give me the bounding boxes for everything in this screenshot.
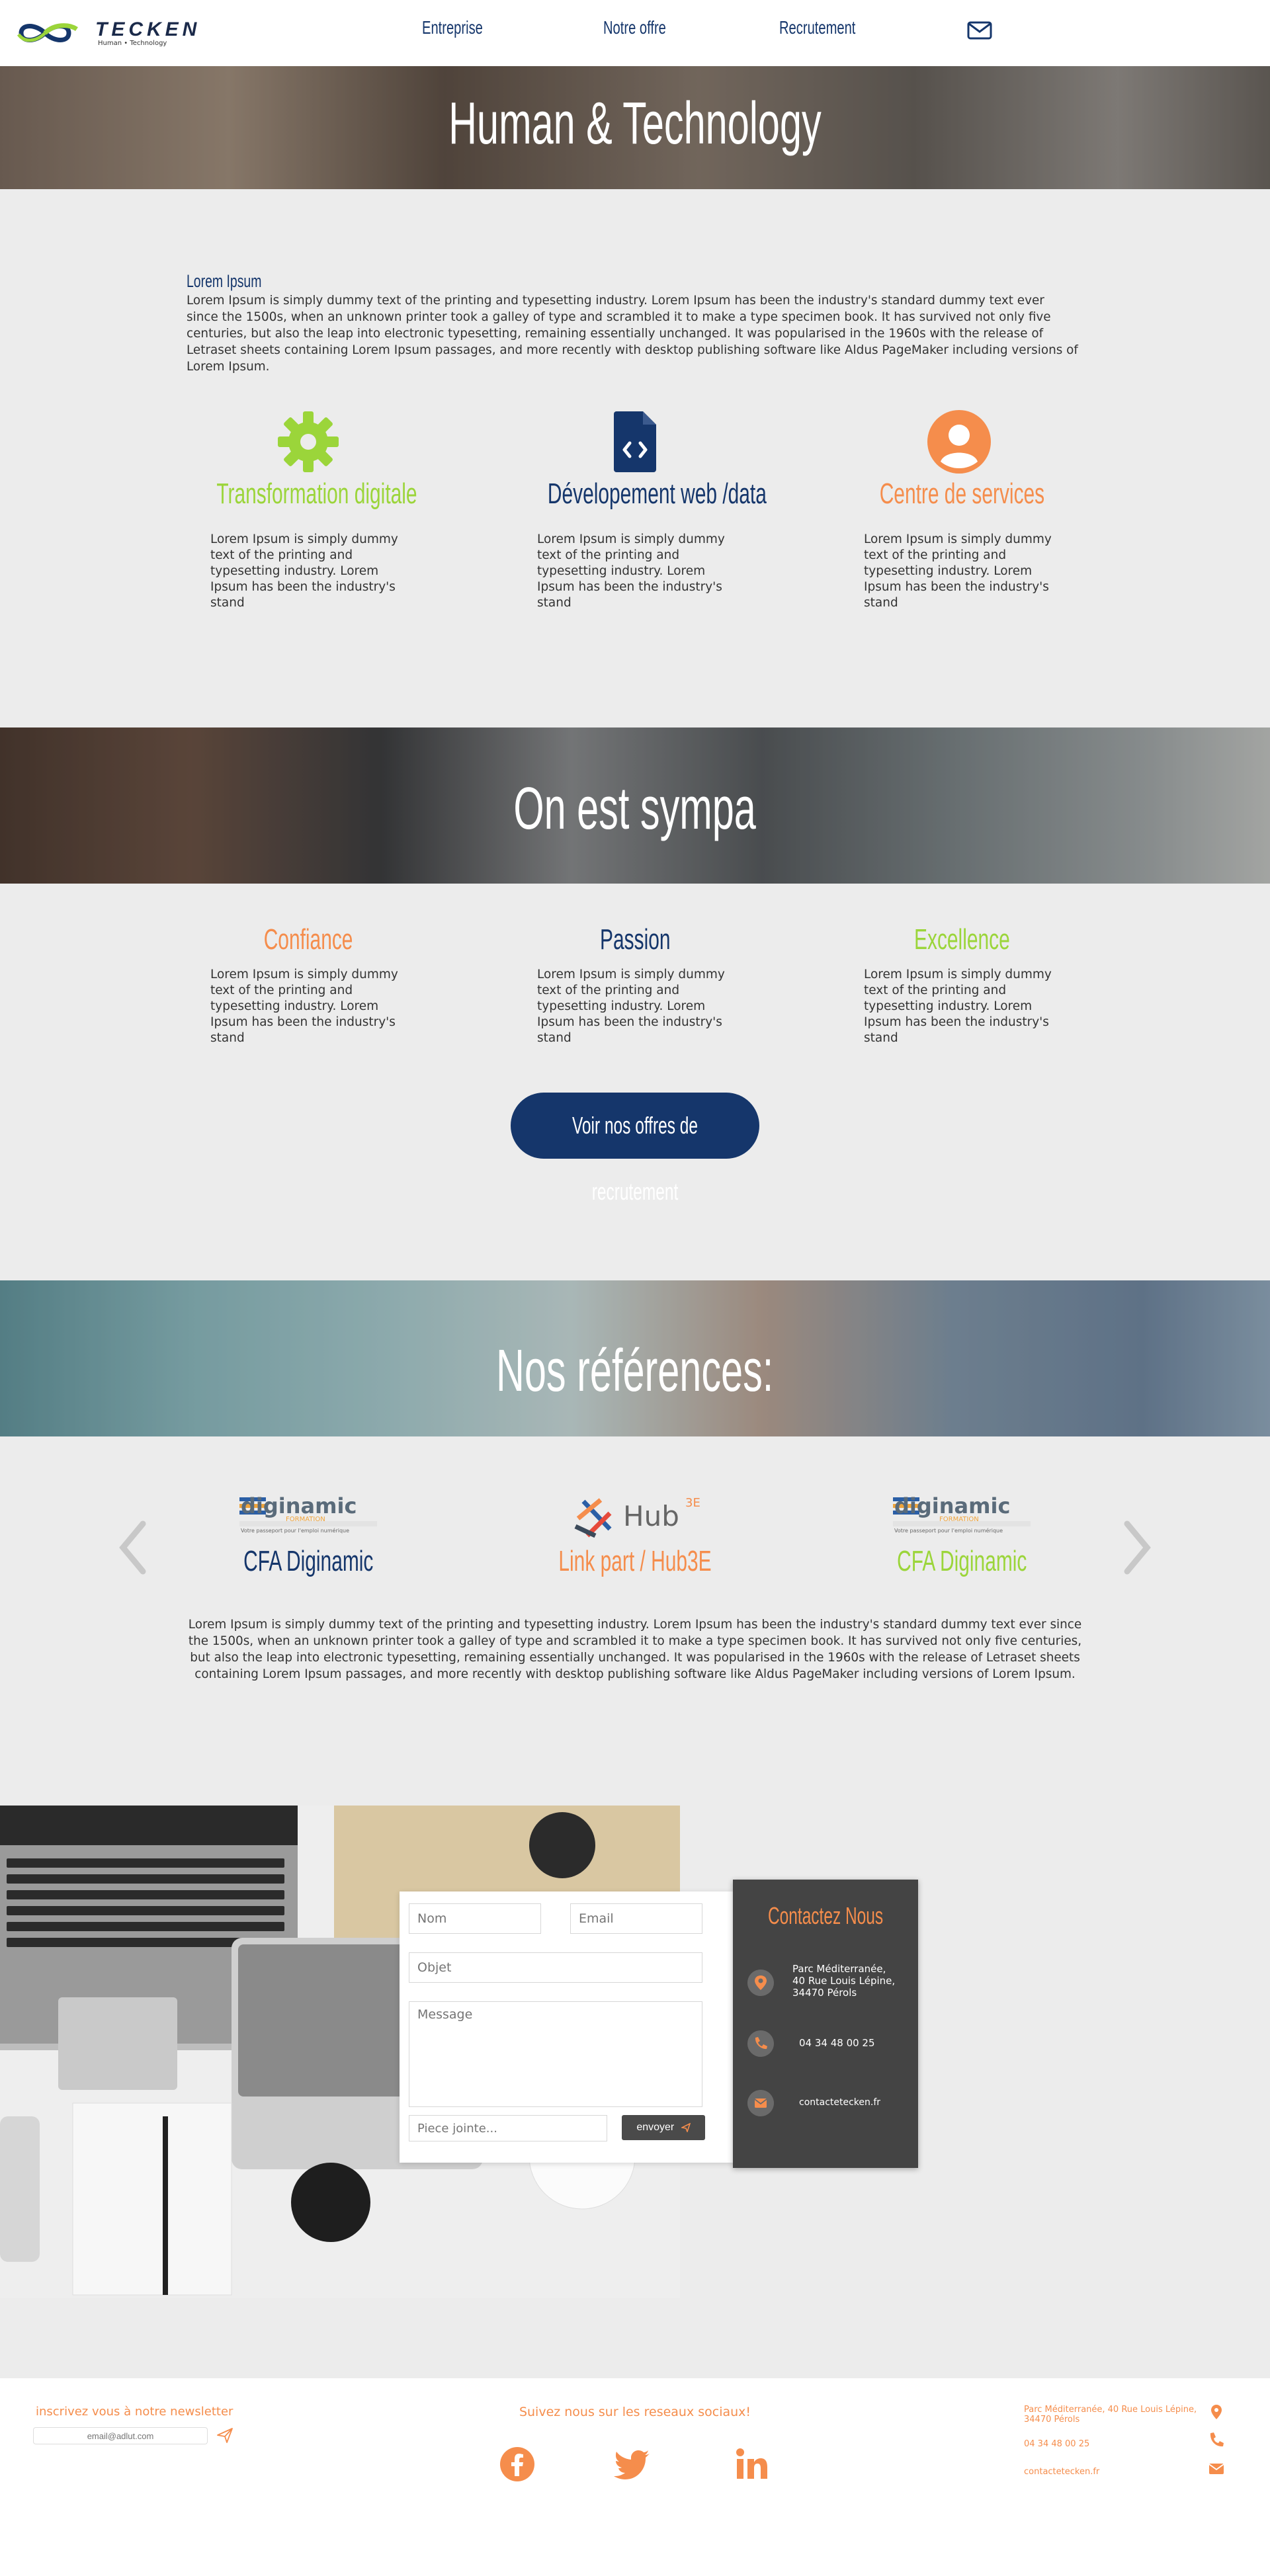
contact-address: Parc Méditerranée, 40 Rue Louis Lépine, … [792,1963,896,1999]
reference-card[interactable]: diginamic FORMATION Votre passeport pour… [823,1492,1101,1578]
user-circle-icon [927,410,991,474]
service-text: Lorem Ipsum is simply dummy text of the … [210,532,398,610]
envelope-icon [1208,2464,1224,2474]
phone-icon [1210,2432,1224,2447]
references-banner-title: Nos références: [496,1338,774,1404]
hub-superscript: 3E [685,1496,700,1510]
carousel-next-arrow-icon[interactable] [1117,1515,1156,1581]
message-field[interactable] [409,2001,702,2107]
service-title: Centre de services [879,478,1044,510]
diginamic-subtitle: FORMATION [286,1516,325,1523]
reference-name: Link part / Hub3E [558,1545,712,1577]
hub-wordmark: Hub [623,1500,679,1532]
service-title: Transformation digitale [216,478,417,510]
send-button[interactable]: envoyer [622,2115,705,2140]
location-pin-icon [747,1970,774,1996]
diginamic-logo: diginamic FORMATION Votre passeport pour… [169,1492,447,1545]
envelope-icon [747,2090,774,2116]
diginamic-logo: diginamic FORMATION Votre passeport pour… [823,1492,1101,1545]
hero-title: Human & Technology [448,91,822,157]
value-title-passion: Passion [599,923,671,956]
intro-title: Lorem Ipsum [187,271,262,291]
diginamic-wordmark: diginamic [241,1493,357,1518]
contact-form: envoyer [400,1891,733,2163]
recruitment-offers-button[interactable]: Voir nos offres de recrutement [511,1093,759,1205]
value-text: Lorem Ipsum is simply dummy text of the … [864,968,1052,1045]
site-header: TECKEN Human • Technology Entreprise Not… [0,0,1270,66]
envelope-icon[interactable] [967,21,992,40]
reference-card[interactable]: diginamic FORMATION Votre passeport pour… [169,1492,447,1578]
service-developpement-web: Dévelopement web /data Lorem Ipsum is si… [496,409,774,620]
footer-address: Parc Méditerranée, 40 Rue Louis Lépine, … [1024,2405,1197,2425]
site-footer: inscrivez vous à notre newsletter Suivez… [0,2378,1270,2576]
contact-title: Contactez Nous [767,1902,884,1929]
newsletter-email-input[interactable] [33,2427,208,2444]
nav-notre-offre[interactable]: Notre offre [603,17,691,38]
hub3e-logo: Hub 3E [496,1492,774,1545]
contact-phone: 04 34 48 00 25 [799,2037,875,2049]
diginamic-tagline: Votre passeport pour l'emploi numérique [241,1528,350,1534]
subject-field[interactable] [409,1952,702,1983]
tecken-logo[interactable]: TECKEN Human • Technology [16,15,196,52]
intro-text: Lorem Ipsum is simply dummy text of the … [187,294,1078,374]
code-file-icon [614,411,656,472]
value-title-confiance: Confiance [263,923,353,956]
service-text: Lorem Ipsum is simply dummy text of the … [864,532,1052,610]
twitter-icon[interactable] [613,2444,652,2484]
attachment-field[interactable] [409,2115,607,2141]
references-banner: Nos références: [0,1280,1270,1436]
hero-banner: Human & Technology [0,66,1270,189]
values-banner-title: On est sympa [513,776,757,842]
newsletter-send-icon[interactable] [216,2426,234,2444]
value-text: Lorem Ipsum is simply dummy text of the … [537,968,725,1045]
email-field[interactable] [570,1903,702,1934]
value-text: Lorem Ipsum is simply dummy text of the … [210,968,398,1045]
service-centre-de-services: Centre de services Lorem Ipsum is simply… [823,409,1101,620]
carousel-prev-arrow-icon[interactable] [114,1515,153,1581]
facebook-icon[interactable] [497,2444,537,2484]
footer-phone: 04 34 48 00 25 [1024,2439,1090,2449]
nav-recrutement[interactable]: Recrutement [779,17,885,38]
contact-card: Contactez Nous Parc Méditerranée, 40 Rue… [733,1880,918,2168]
reference-card[interactable]: Hub 3E Link part / Hub3E [496,1492,774,1578]
gear-icon [278,411,339,472]
name-field[interactable] [409,1903,541,1934]
diginamic-wordmark: diginamic [894,1493,1011,1518]
send-button-label: envoyer [636,2122,675,2133]
location-pin-icon [1211,2405,1222,2419]
service-text: Lorem Ipsum is simply dummy text of the … [537,532,725,610]
phone-icon [747,2030,774,2057]
paper-plane-icon [680,2122,691,2134]
logo-text: TECKEN [95,19,201,40]
reference-name: CFA Diginamic [896,1545,1027,1577]
diginamic-subtitle: FORMATION [939,1516,979,1523]
service-transformation-digitale: Transformation digitale Lorem Ipsum is s… [169,409,447,620]
nav-entreprise[interactable]: Entreprise [422,17,507,38]
values-banner: On est sympa [0,727,1270,884]
service-title: Dévelopement web /data [547,478,767,510]
footer-email: contactetecken.fr [1024,2467,1100,2477]
logo-subtitle: Human • Technology [98,40,167,47]
infinity-logo-icon [17,23,78,42]
reference-name: CFA Diginamic [243,1545,374,1577]
value-title-excellence: Excellence [913,923,1010,956]
linkedin-icon[interactable] [732,2444,771,2484]
references-text: Lorem Ipsum is simply dummy text of the … [188,1618,1082,1681]
contact-email: contactetecken.fr [799,2097,881,2108]
diginamic-tagline: Votre passeport pour l'emploi numérique [894,1528,1003,1534]
